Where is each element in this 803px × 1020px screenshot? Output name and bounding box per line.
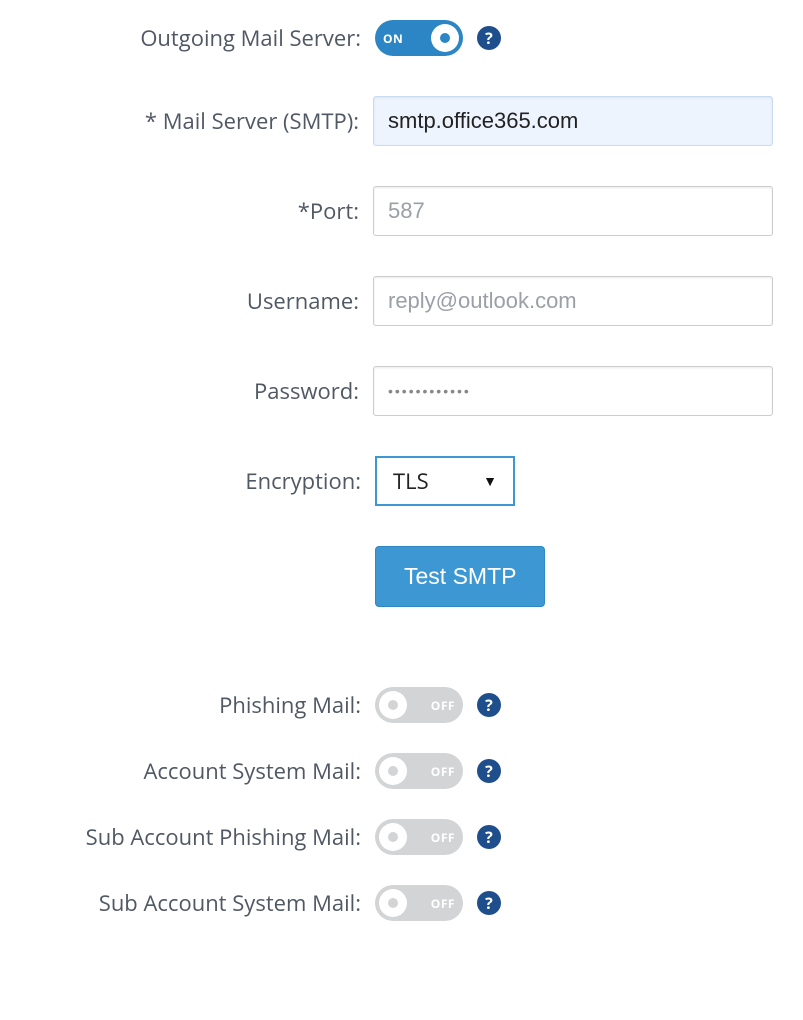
label-phishing-mail: Phishing Mail: (30, 690, 375, 720)
row-password: Password: (30, 366, 773, 416)
toggle-on-label: ON (383, 30, 403, 47)
label-outgoing-mail-server: Outgoing Mail Server: (30, 23, 375, 53)
label-password: Password: (30, 376, 373, 406)
help-icon[interactable]: ? (477, 693, 501, 717)
label-mail-server: * Mail Server (SMTP): (30, 106, 373, 136)
username-controls (373, 276, 773, 326)
toggle-knob (431, 24, 459, 52)
outgoing-controls: ON ? (375, 20, 501, 56)
password-controls (373, 366, 773, 416)
label-sub-phishing-mail: Sub Account Phishing Mail: (30, 822, 375, 852)
help-icon[interactable]: ? (477, 26, 501, 50)
toggle-phishing-mail[interactable]: OFF (375, 687, 463, 723)
chevron-down-icon: ▼ (483, 472, 497, 491)
encryption-controls: TLS ▼ (375, 456, 515, 506)
password-input[interactable] (373, 366, 773, 416)
sub-phishing-controls: OFF ? (375, 819, 501, 855)
test-smtp-controls: Test SMTP (375, 546, 545, 607)
mail-server-controls (373, 96, 773, 146)
toggle-account-system-mail[interactable]: OFF (375, 753, 463, 789)
row-username: Username: (30, 276, 773, 326)
toggle-off-label: OFF (431, 895, 455, 912)
help-icon[interactable]: ? (477, 825, 501, 849)
toggle-knob (379, 757, 407, 785)
help-icon[interactable]: ? (477, 759, 501, 783)
label-encryption: Encryption: (30, 466, 375, 496)
help-icon[interactable]: ? (477, 891, 501, 915)
port-controls (373, 186, 773, 236)
row-port: *Port: (30, 186, 773, 236)
mail-server-input[interactable] (373, 96, 773, 146)
label-account-system-mail: Account System Mail: (30, 756, 375, 786)
toggle-sub-system-mail[interactable]: OFF (375, 885, 463, 921)
account-system-controls: OFF ? (375, 753, 501, 789)
label-port: *Port: (30, 196, 373, 226)
label-username: Username: (30, 286, 373, 316)
toggle-off-label: OFF (431, 763, 455, 780)
toggle-knob (379, 823, 407, 851)
row-account-system-mail: Account System Mail: OFF ? (30, 753, 773, 789)
sub-system-controls: OFF ? (375, 885, 501, 921)
toggle-off-label: OFF (431, 697, 455, 714)
label-sub-system-mail: Sub Account System Mail: (30, 888, 375, 918)
phishing-controls: OFF ? (375, 687, 501, 723)
row-sub-phishing-mail: Sub Account Phishing Mail: OFF ? (30, 819, 773, 855)
row-mail-server: * Mail Server (SMTP): (30, 96, 773, 146)
row-phishing-mail: Phishing Mail: OFF ? (30, 687, 773, 723)
username-input[interactable] (373, 276, 773, 326)
section-spacer (30, 647, 773, 687)
toggle-sub-phishing-mail[interactable]: OFF (375, 819, 463, 855)
row-test-smtp: Test SMTP (30, 546, 773, 607)
toggle-outgoing-mail-server[interactable]: ON (375, 20, 463, 56)
encryption-value: TLS (393, 466, 475, 496)
port-input[interactable] (373, 186, 773, 236)
row-encryption: Encryption: TLS ▼ (30, 456, 773, 506)
test-smtp-button[interactable]: Test SMTP (375, 546, 545, 607)
row-sub-system-mail: Sub Account System Mail: OFF ? (30, 885, 773, 921)
encryption-select[interactable]: TLS ▼ (375, 456, 515, 506)
toggle-off-label: OFF (431, 829, 455, 846)
row-outgoing-mail-server: Outgoing Mail Server: ON ? (30, 20, 773, 56)
toggle-knob (379, 691, 407, 719)
toggle-knob (379, 889, 407, 917)
